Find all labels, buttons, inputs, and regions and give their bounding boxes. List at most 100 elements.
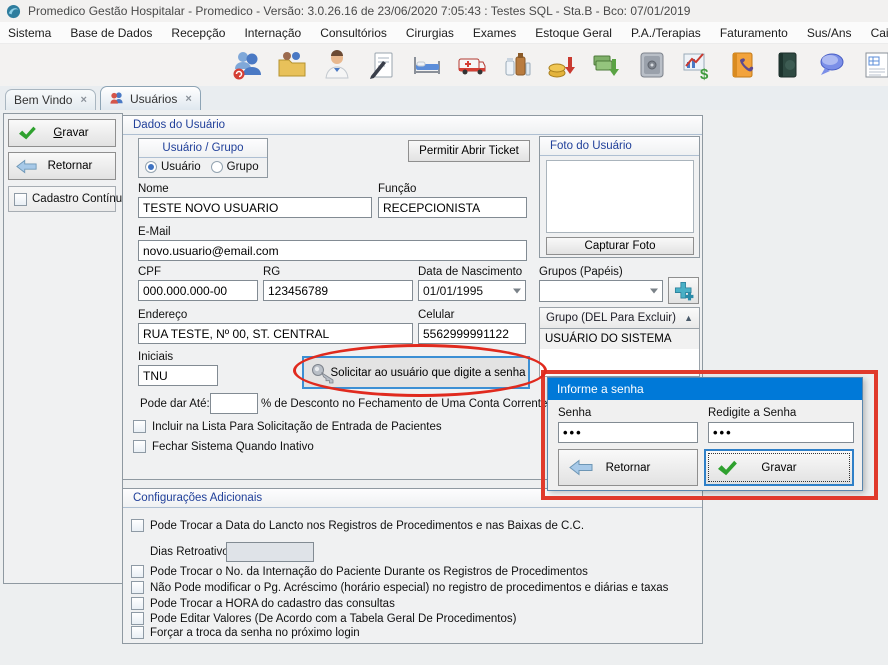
config-force-password-checkbox[interactable] [131,626,144,639]
menu-cirurgias[interactable]: Cirurgias [406,26,454,40]
funcao-input[interactable] [378,197,527,218]
include-patient-list-toggle[interactable]: Incluir na Lista Para Solicitação de Ent… [133,420,442,433]
continuous-register-checkbox[interactable] [14,193,27,206]
tab-close-icon[interactable]: × [80,94,86,106]
patients-folder-icon[interactable] [275,48,309,82]
doctor-icon[interactable] [320,48,354,82]
rg-input[interactable] [263,280,413,301]
tab-close-icon[interactable]: × [185,93,191,105]
close-when-idle-toggle[interactable]: Fechar Sistema Quando Inativo [133,440,314,453]
menu-consultorios[interactable]: Consultórios [320,26,387,40]
groups-combo[interactable] [539,280,663,302]
menu-exames[interactable]: Exames [473,26,516,40]
user-data-panel-title: Dados do Usuário [133,119,225,131]
continuous-register-toggle[interactable]: Cadastro Contínuo [8,186,116,212]
config-change-date-checkbox[interactable] [131,519,144,532]
financial-chart-icon[interactable]: $ [680,48,714,82]
menu-pa-terapias[interactable]: P.A./Terapias [631,26,701,40]
close-when-idle-checkbox[interactable] [133,440,146,453]
pharmacy-icon[interactable] [500,48,534,82]
cpf-input[interactable] [138,280,258,301]
menu-caixa[interactable]: Caixa [871,26,888,40]
email-input[interactable] [138,240,527,261]
menu-internacao[interactable]: Internação [244,26,301,40]
config-edit-values-toggle[interactable]: Pode Editar Valores (De Acordo com a Tab… [131,612,516,625]
config-no-surcharge-label: Não Pode modificar o Pg. Acréscimo (horá… [150,582,668,594]
groups-grid-header[interactable]: Grupo (DEL Para Excluir) ▲ [540,308,699,329]
endereco-input[interactable] [138,323,413,344]
config-no-surcharge-checkbox[interactable] [131,581,144,594]
permit-ticket-button[interactable]: Permitir Abrir Ticket [408,140,530,162]
celular-input[interactable] [418,323,526,344]
menu-sistema[interactable]: Sistema [8,26,51,40]
tab-usuarios[interactable]: Usuários × [100,86,201,110]
money-down-icon[interactable] [590,48,624,82]
config-change-hour-checkbox[interactable] [131,597,144,610]
save-button-label: Gravar [53,127,88,139]
config-force-password-toggle[interactable]: Forçar a troca da senha no próximo login [131,626,360,639]
config-edit-values-checkbox[interactable] [131,612,144,625]
config-change-admission-toggle[interactable]: Pode Trocar o No. da Internação do Pacie… [131,565,588,578]
add-group-button[interactable] [668,277,699,304]
return-button-label: Retornar [48,160,93,172]
tab-strip: Bem Vindo × Usuários × [0,86,888,110]
config-change-hour-toggle[interactable]: Pode Trocar a HORA do cadastro das consu… [131,597,395,610]
toolbar: $ [0,44,888,86]
hospital-bed-icon[interactable] [410,48,444,82]
senha-input[interactable] [558,422,698,443]
safe-icon[interactable] [635,48,669,82]
form-grid-icon[interactable] [860,48,888,82]
group-row-label: USUÁRIO DO SISTEMA [545,333,672,345]
nome-input[interactable] [138,197,372,218]
tab-bem-vindo[interactable]: Bem Vindo × [5,89,96,110]
config-change-date-toggle[interactable]: Pode Trocar a Data do Lancto nos Registr… [131,519,584,532]
check-icon [17,125,37,141]
groups-label: Grupos (Papéis) [539,266,623,278]
groups-grid: Grupo (DEL Para Excluir) ▲ USUÁRIO DO SI… [539,307,700,377]
back-arrow-icon [16,159,37,174]
menu-sus-ans[interactable]: Sus/Ans [807,26,852,40]
request-password-button[interactable]: Solicitar ao usuário que digite a senha [302,356,530,389]
permit-ticket-label: Permitir Abrir Ticket [419,145,519,157]
discount-input[interactable] [210,393,258,414]
password-dialog-titlebar: Informe a senha [548,378,862,400]
config-change-admission-checkbox[interactable] [131,565,144,578]
users-tab-icon [109,91,124,106]
nome-label: Nome [138,183,169,195]
back-arrow-icon [569,459,593,476]
group-row[interactable]: USUÁRIO DO SISTEMA [540,329,699,349]
save-button[interactable]: Gravar [8,119,116,147]
radio-usuario[interactable] [145,161,157,173]
chat-bubble-icon[interactable] [815,48,849,82]
ambulance-icon[interactable] [455,48,489,82]
menu-estoque-geral[interactable]: Estoque Geral [535,26,612,40]
phone-book-icon[interactable] [725,48,759,82]
revenue-up-icon[interactable] [545,48,579,82]
menu-recepcao[interactable]: Recepção [171,26,225,40]
menu-faturamento[interactable]: Faturamento [720,26,788,40]
users-sync-icon[interactable] [230,48,264,82]
dialog-save-button[interactable]: Gravar [704,449,854,486]
celular-label: Celular [418,309,454,321]
ledger-book-icon[interactable] [770,48,804,82]
menu-base-de-dados[interactable]: Base de Dados [70,26,152,40]
iniciais-input[interactable] [138,365,218,386]
dialog-return-button[interactable]: Retornar [558,449,698,486]
prescription-icon[interactable] [365,48,399,82]
config-no-surcharge-toggle[interactable]: Não Pode modificar o Pg. Acréscimo (horá… [131,581,668,594]
return-button[interactable]: Retornar [8,152,116,180]
check-icon [716,459,738,477]
redigite-input[interactable] [708,422,854,443]
email-label: E-Mail [138,226,171,238]
config-change-hour-label: Pode Trocar a HORA do cadastro das consu… [150,598,395,610]
capture-photo-button[interactable]: Capturar Foto [546,237,694,255]
birthdate-combo[interactable]: 01/01/1995 [418,280,526,301]
password-dialog: Informe a senha Senha Redigite a Senha R… [547,377,863,491]
endereco-label: Endereço [138,309,187,321]
funcao-label: Função [378,183,416,195]
include-patient-list-checkbox[interactable] [133,420,146,433]
radio-grupo[interactable] [211,161,223,173]
rg-label: RG [263,266,280,278]
tab-usuarios-label: Usuários [130,92,177,106]
capture-photo-label: Capturar Foto [585,240,656,252]
